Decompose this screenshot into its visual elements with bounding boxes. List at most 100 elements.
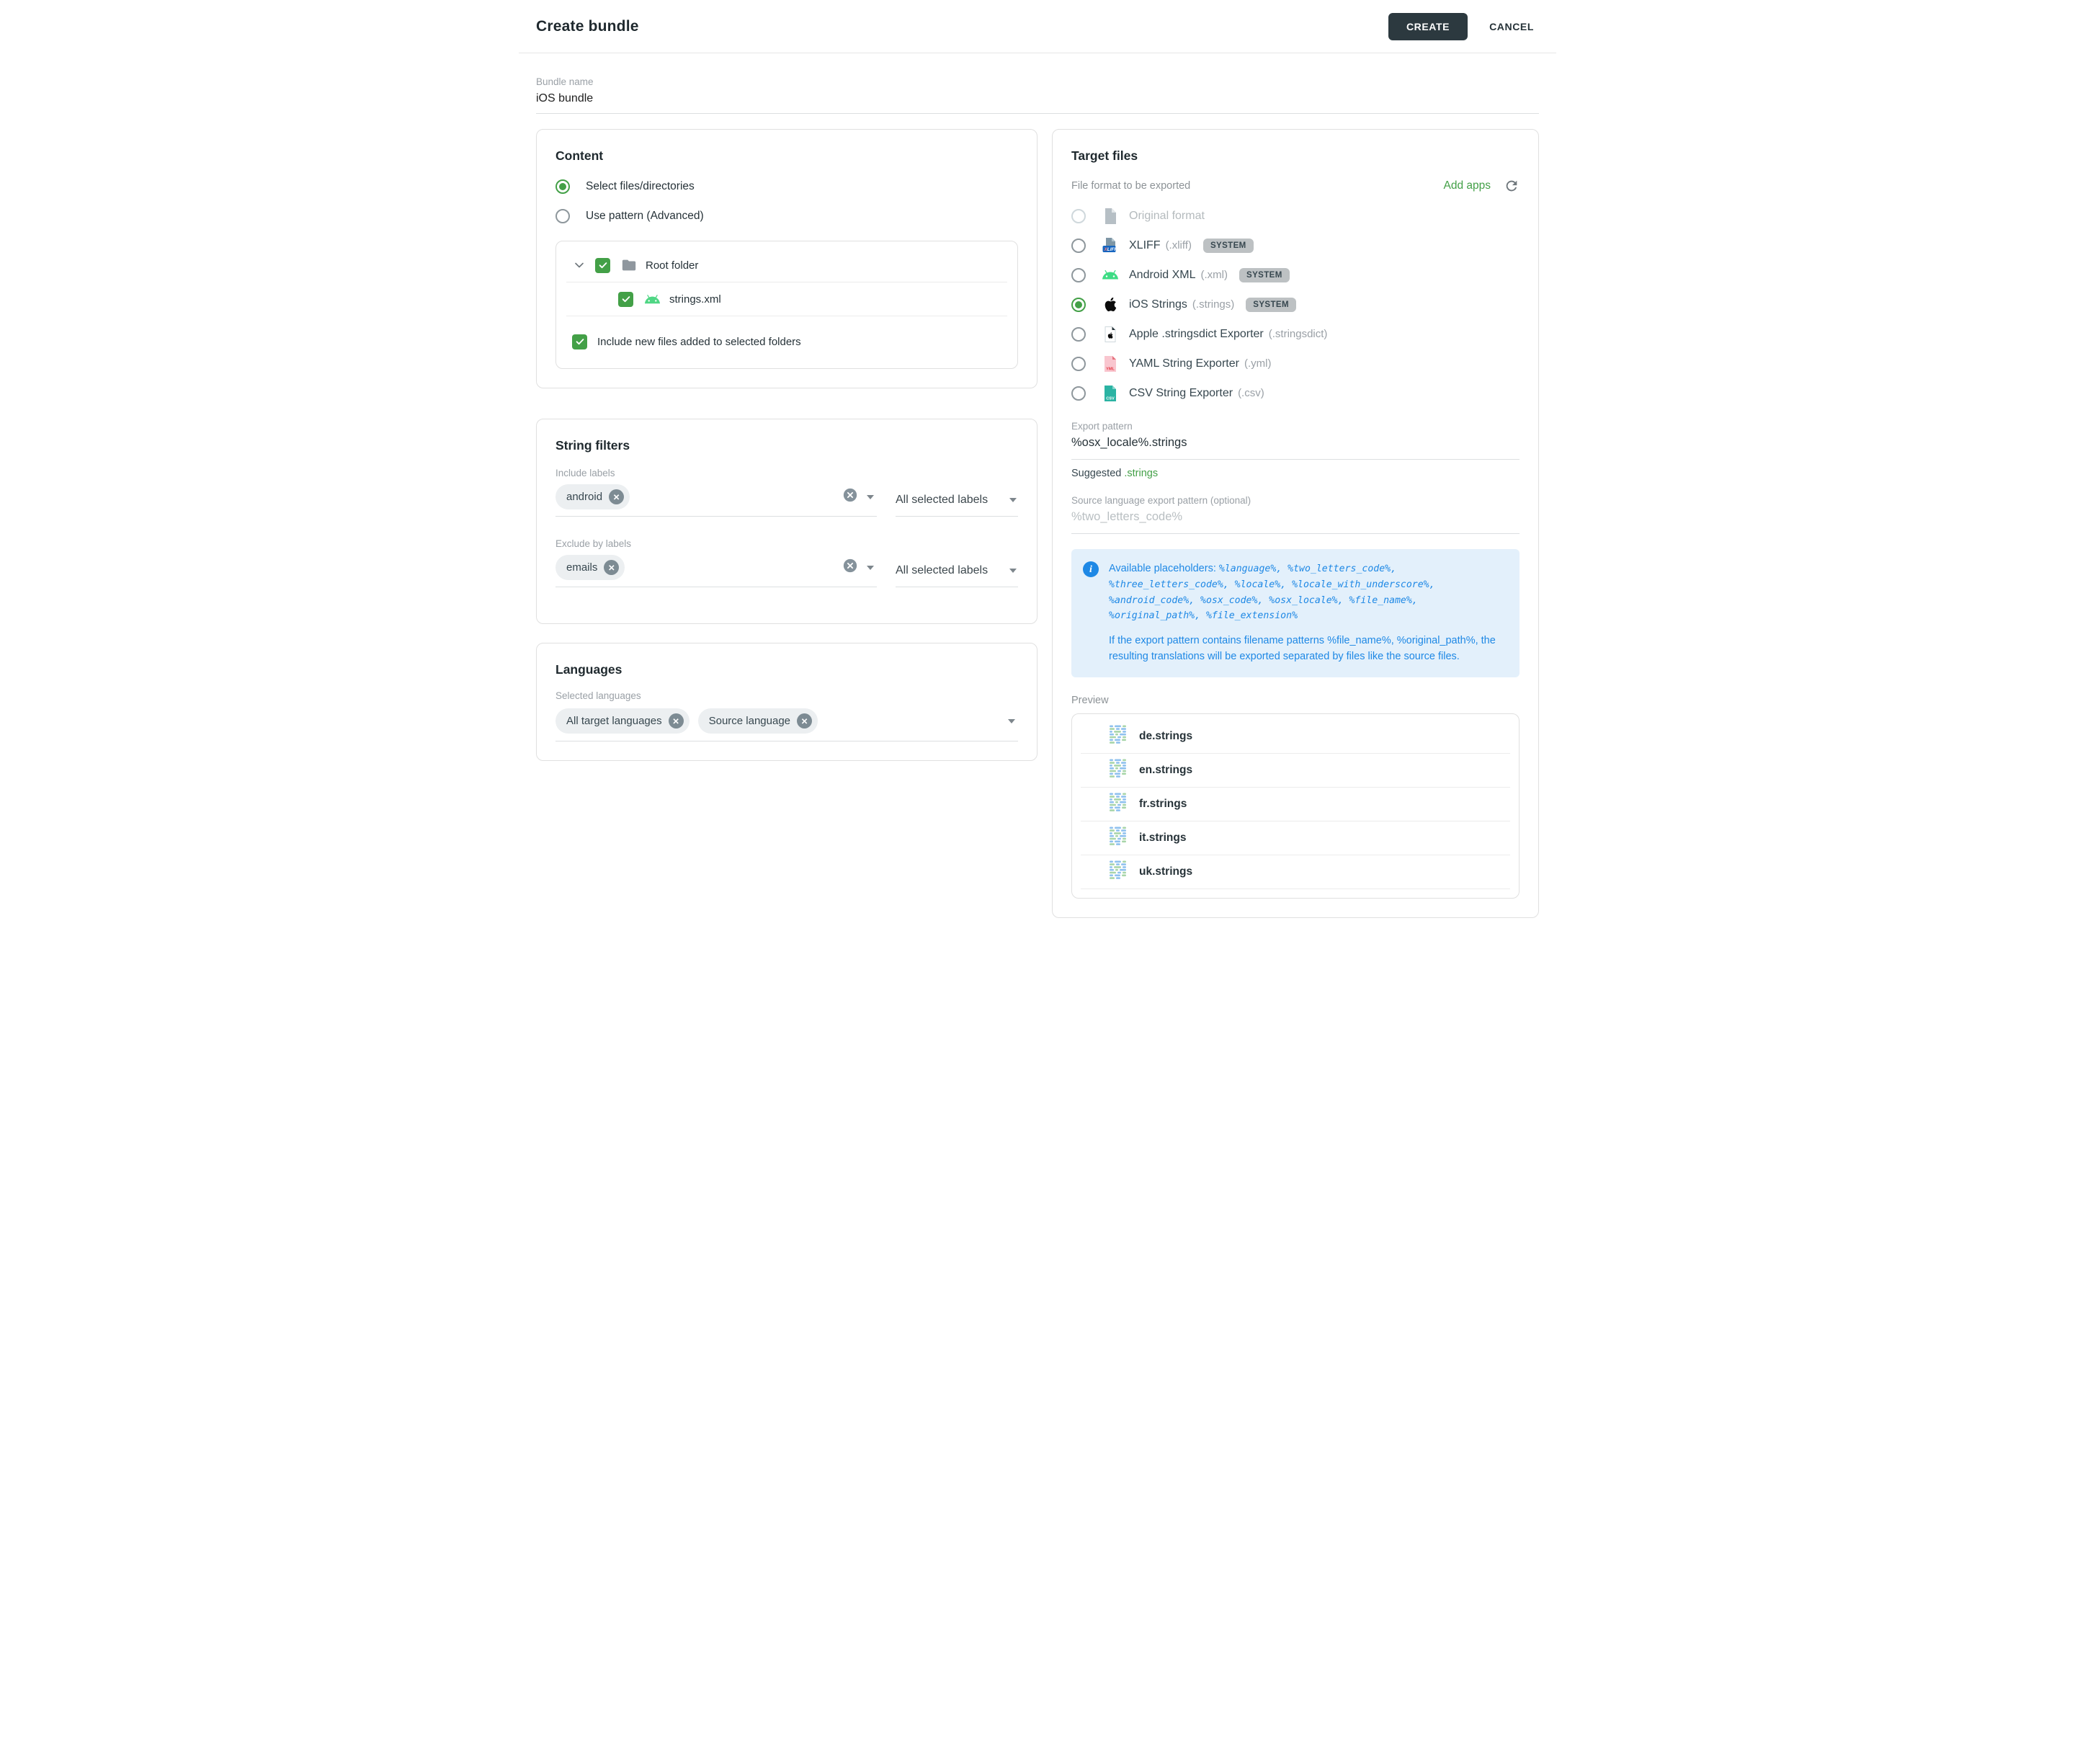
export-pattern-field: Export pattern %osx_locale%.strings [1071, 421, 1520, 460]
radio-use-pattern[interactable]: Use pattern (Advanced) [555, 209, 1018, 223]
preview-file-name: it.strings [1139, 832, 1186, 845]
include-new-files-checkbox[interactable] [572, 334, 587, 349]
strings-file-icon [1110, 759, 1126, 782]
exclude-labels-mode-select[interactable]: All selected labels [896, 564, 1018, 587]
suggested-value[interactable]: .strings [1124, 468, 1158, 479]
string-filters-title: String filters [555, 438, 1018, 453]
format-list: Original format XLIFF XLIFF (.xliff) SYS… [1071, 201, 1520, 408]
format-option-xliff[interactable]: XLIFF XLIFF (.xliff) SYSTEM [1071, 231, 1520, 260]
source-pattern-label: Source language export pattern (optional… [1071, 495, 1520, 506]
source-pattern-input[interactable]: %two_letters_code% [1071, 506, 1520, 534]
format-radio[interactable] [1071, 239, 1086, 253]
chip-emails-remove-icon[interactable]: ✕ [604, 560, 619, 575]
string-filters-card: String filters Include labels android ✕ [536, 419, 1038, 624]
format-option-ios-strings[interactable]: iOS Strings (.strings) SYSTEM [1071, 290, 1520, 319]
add-apps-link[interactable]: Add apps [1444, 179, 1491, 192]
selected-languages-input[interactable]: All target languages ✕ Source language ✕ [555, 703, 1018, 741]
format-option-original-format: Original format [1071, 201, 1520, 231]
info-intro: Available placeholders: [1109, 563, 1216, 574]
format-radio[interactable] [1071, 327, 1086, 342]
file-format-label: File format to be exported [1071, 180, 1190, 192]
radio-select-files-control[interactable] [555, 179, 570, 194]
exclude-mode-caret-icon [1009, 569, 1017, 573]
file-icon [1102, 208, 1119, 225]
language-chip-remove-icon[interactable]: ✕ [797, 713, 812, 729]
format-option-android-xml[interactable]: Android XML (.xml) SYSTEM [1071, 260, 1520, 290]
format-option-yaml-string-exporter[interactable]: YML YAML String Exporter (.yml) [1071, 349, 1520, 378]
exclude-labels-input[interactable]: emails ✕ [555, 549, 877, 587]
stringsdict-icon [1102, 326, 1119, 343]
clear-include-labels-icon[interactable] [842, 487, 858, 507]
format-radio[interactable] [1071, 268, 1086, 282]
language-chip-label: Source language [709, 715, 790, 727]
bundle-name-field: Bundle name iOS bundle [536, 76, 1539, 114]
preview-box: de.strings en.strings fr.strings it.stri… [1071, 713, 1520, 899]
svg-text:YML: YML [1106, 367, 1115, 371]
android-icon [644, 291, 661, 308]
include-labels-mode-select[interactable]: All selected labels [896, 494, 1018, 517]
info-note: If the export pattern contains filename … [1109, 633, 1505, 665]
header-bar: Create bundle CREATE CANCEL [519, 0, 1556, 53]
tree-row-strings-xml[interactable]: strings.xml [556, 282, 1017, 316]
clear-exclude-labels-icon[interactable] [842, 558, 858, 577]
bundle-name-input[interactable]: iOS bundle [536, 87, 1539, 114]
csv-icon: CSV [1102, 385, 1119, 402]
languages-title: Languages [555, 662, 1018, 677]
strings-file-icon [1110, 725, 1126, 748]
export-pattern-input[interactable]: %osx_locale%.strings [1071, 432, 1520, 460]
chip-android-label: android [566, 491, 602, 503]
info-icon: i [1083, 561, 1099, 577]
preview-file-name: de.strings [1139, 730, 1192, 743]
target-files-title: Target files [1071, 148, 1520, 164]
format-option-apple-stringsdict-exporter[interactable]: Apple .stringsdict Exporter (.stringsdic… [1071, 319, 1520, 349]
create-button[interactable]: CREATE [1388, 13, 1468, 40]
android-icon [1102, 267, 1119, 284]
format-radio[interactable] [1071, 298, 1086, 312]
yaml-icon: YML [1102, 355, 1119, 373]
tree-row-root-folder[interactable]: Root folder [556, 249, 1017, 282]
radio-select-files[interactable]: Select files/directories [555, 179, 1018, 194]
chip-android-remove-icon[interactable]: ✕ [609, 489, 624, 504]
preview-file-name: en.strings [1139, 764, 1192, 777]
folder-icon [621, 257, 637, 273]
include-labels-caret-icon[interactable] [867, 495, 874, 499]
root-folder-checkbox[interactable] [595, 258, 610, 273]
source-pattern-field: Source language export pattern (optional… [1071, 495, 1520, 534]
format-radio [1071, 209, 1086, 223]
refresh-icon[interactable] [1504, 178, 1520, 194]
xliff-icon: XLIFF [1102, 237, 1119, 254]
preview-file-row: uk.strings [1072, 855, 1519, 888]
target-files-card: Target files File format to be exported … [1052, 129, 1539, 918]
exclude-labels-caret-icon[interactable] [867, 566, 874, 570]
radio-select-files-label: Select files/directories [586, 180, 695, 193]
system-badge: SYSTEM [1246, 298, 1296, 312]
chip-emails[interactable]: emails ✕ [555, 555, 625, 580]
language-chip[interactable]: All target languages ✕ [555, 708, 690, 734]
page-title: Create bundle [536, 18, 639, 35]
strings-xml-checkbox[interactable] [618, 292, 633, 307]
chevron-down-icon[interactable] [572, 258, 586, 272]
languages-caret-icon[interactable] [1008, 719, 1015, 723]
format-radio[interactable] [1071, 357, 1086, 371]
radio-use-pattern-label: Use pattern (Advanced) [586, 210, 704, 223]
language-chip-label: All target languages [566, 715, 662, 727]
language-chip-remove-icon[interactable]: ✕ [669, 713, 684, 729]
cancel-button[interactable]: CANCEL [1485, 20, 1538, 33]
preview-file-row: fr.strings [1072, 788, 1519, 821]
chip-android[interactable]: android ✕ [555, 484, 630, 509]
preview-divider [1081, 888, 1510, 889]
file-tree: Root folder strings.xml [555, 241, 1018, 369]
selected-languages-label: Selected languages [555, 690, 1018, 701]
radio-use-pattern-control[interactable] [555, 209, 570, 223]
languages-card: Languages Selected languages All target … [536, 643, 1038, 761]
include-new-files-row[interactable]: Include new files added to selected fold… [556, 331, 1017, 352]
suggested-line: Suggested .strings [1071, 468, 1520, 479]
bundle-name-label: Bundle name [536, 76, 1539, 87]
preview-file-name: uk.strings [1139, 865, 1192, 878]
format-radio[interactable] [1071, 386, 1086, 401]
include-labels-input[interactable]: android ✕ [555, 478, 877, 517]
root-folder-label: Root folder [646, 259, 698, 272]
include-labels-label: Include labels [555, 468, 1018, 478]
format-option-csv-string-exporter[interactable]: CSV CSV String Exporter (.csv) [1071, 378, 1520, 408]
language-chip[interactable]: Source language ✕ [698, 708, 818, 734]
